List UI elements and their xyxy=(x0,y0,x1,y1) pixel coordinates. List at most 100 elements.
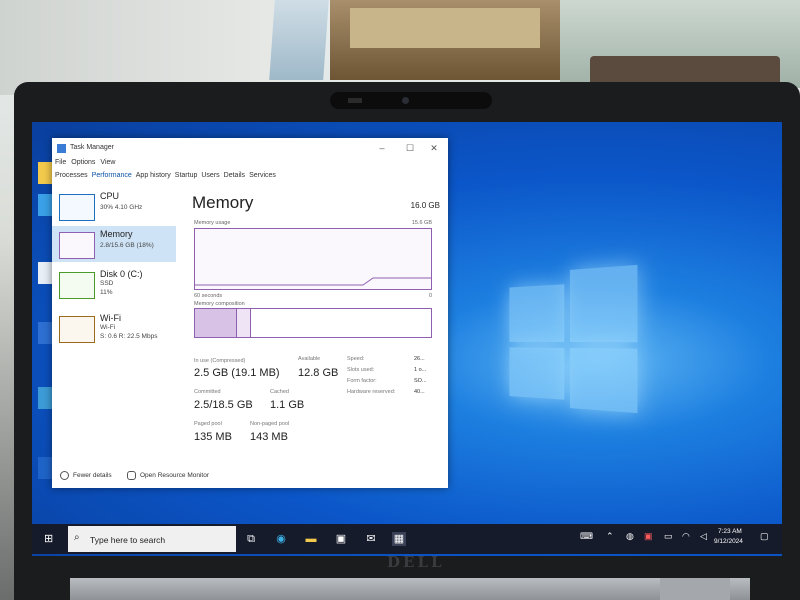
sidebar-item-disk[interactable]: Disk 0 (C:) SSD 11% xyxy=(52,266,176,302)
file-explorer-icon[interactable]: ▬ xyxy=(304,532,318,546)
form-factor-value: SO... xyxy=(414,378,427,384)
window-title: Task Manager xyxy=(70,144,114,151)
resource-monitor-icon xyxy=(127,471,136,480)
footer-bar: Fewer details Open Resource Monitor xyxy=(52,468,448,484)
disk-usage-text: 11% xyxy=(100,289,113,296)
memory-graph-thumbnail xyxy=(59,232,95,259)
non-paged-pool-value: 143 MB xyxy=(250,431,288,443)
hardware-reserved-label: Hardware reserved: xyxy=(347,389,396,395)
cached-value: 1.1 GB xyxy=(270,399,305,411)
background-wall xyxy=(0,0,280,95)
task-manager-icon xyxy=(57,144,66,153)
cpu-graph-thumbnail xyxy=(59,194,95,221)
memory-composition-label: Memory composition xyxy=(194,301,245,307)
tab-users[interactable]: Users xyxy=(201,172,219,184)
search-icon: ⌕ xyxy=(74,532,80,543)
menu-file[interactable]: File xyxy=(55,159,66,169)
sidebar-item-label: CPU xyxy=(100,191,120,201)
clock-time[interactable]: 7:23 AM xyxy=(718,528,742,535)
chevron-up-icon xyxy=(60,471,69,480)
fewer-details-label: Fewer details xyxy=(73,472,112,479)
committed-value: 2.5/18.5 GB xyxy=(194,399,253,411)
memory-usage-label: Memory usage xyxy=(194,220,231,226)
task-manager-window: Task Manager – ☐ ✕ File Options View Pro… xyxy=(52,138,448,488)
speed-label: Speed: xyxy=(347,356,365,362)
security-icon[interactable]: ◍ xyxy=(626,531,634,542)
time-range-label: 60 seconds xyxy=(194,293,223,299)
memory-usage-max: 15.6 GB xyxy=(411,220,432,226)
desktop-screen: Task Manager – ☐ ✕ File Options View Pro… xyxy=(32,122,782,556)
time-end-label: 0 xyxy=(428,293,432,299)
menu-options[interactable]: Options xyxy=(71,159,95,169)
in-use-value: 2.5 GB (19.1 MB) xyxy=(194,367,280,379)
notification-icon[interactable]: ▢ xyxy=(760,531,769,542)
search-input[interactable]: ⌕ Type here to search xyxy=(68,526,236,552)
committed-label: Committed xyxy=(194,389,221,395)
memory-usage-graph xyxy=(194,228,432,290)
background-poster xyxy=(269,0,329,80)
tab-services[interactable]: Services xyxy=(249,172,276,184)
task-manager-taskbar-icon[interactable]: ▦ xyxy=(392,532,406,546)
menu-view[interactable]: View xyxy=(100,159,115,169)
open-resource-monitor-link[interactable]: Open Resource Monitor xyxy=(127,471,209,480)
composition-modified xyxy=(237,309,251,337)
start-button[interactable]: ⊞ xyxy=(44,533,56,545)
memory-usage-line xyxy=(195,277,431,286)
close-icon[interactable]: ✕ xyxy=(426,141,442,155)
mail-icon[interactable]: ✉ xyxy=(364,532,378,546)
sidebar-item-label: Memory xyxy=(100,229,133,239)
sidebar-item-cpu[interactable]: CPU 30% 4.10 GHz xyxy=(52,188,176,224)
page-title: Memory xyxy=(192,193,254,212)
battery-icon[interactable]: ▭ xyxy=(664,531,673,542)
open-resource-monitor-label: Open Resource Monitor xyxy=(140,472,210,479)
chevron-up-icon[interactable]: ⌃ xyxy=(606,531,614,542)
speed-value: 26... xyxy=(414,356,425,362)
title-bar[interactable]: Task Manager – ☐ ✕ xyxy=(52,138,448,158)
sidebar-item-label: Disk 0 (C:) xyxy=(100,269,143,279)
tab-app-history[interactable]: App history xyxy=(136,172,171,184)
taskbar: ⊞ ⌕ Type here to search ⧉ ◉ ▬ ▣ ✉ ▦ ⌨ ⌃ … xyxy=(32,524,782,554)
tab-performance[interactable]: Performance xyxy=(92,172,132,184)
task-view-icon[interactable]: ⧉ xyxy=(244,532,258,546)
available-label: Available xyxy=(298,356,321,362)
clock-date[interactable]: 9/12/2024 xyxy=(714,538,743,545)
maximize-icon[interactable]: ☐ xyxy=(402,141,418,155)
available-value: 12.8 GB xyxy=(298,367,339,379)
tab-bar: Processes Performance App history Startu… xyxy=(55,172,276,184)
wifi-icon[interactable]: ◠ xyxy=(682,531,690,542)
performance-sidebar: CPU 30% 4.10 GHz Memory 2.8/15.6 GB (18%… xyxy=(52,188,176,458)
fewer-details-button[interactable]: Fewer details xyxy=(60,471,112,480)
sidebar-item-memory[interactable]: Memory 2.8/15.6 GB (18%) xyxy=(52,226,176,262)
laptop-base xyxy=(70,578,750,600)
sidebar-item-wifi[interactable]: Wi-Fi Wi-Fi S: 0.6 R: 22.5 Mbps xyxy=(52,310,176,346)
form-factor-label: Form factor: xyxy=(347,378,377,384)
edge-icon[interactable]: ◉ xyxy=(274,532,288,546)
record-icon[interactable]: ▣ xyxy=(644,531,653,542)
background-room xyxy=(560,0,800,88)
wifi-graph-thumbnail xyxy=(59,316,95,343)
keyboard-icon[interactable]: ⌨ xyxy=(580,531,593,542)
wifi-throughput-text: S: 0.6 R: 22.5 Mbps xyxy=(100,333,158,340)
volume-icon[interactable]: ◁ xyxy=(700,531,707,542)
sidebar-item-label: Wi-Fi xyxy=(100,313,121,323)
tab-startup[interactable]: Startup xyxy=(175,172,198,184)
webcam xyxy=(330,92,492,109)
slots-used-label: Slots used: xyxy=(347,367,375,373)
background-shelf xyxy=(330,0,560,80)
menu-bar: File Options View xyxy=(55,159,115,169)
wifi-type-text: Wi-Fi xyxy=(100,324,116,331)
paged-pool-label: Paged pool xyxy=(194,421,222,427)
non-paged-pool-label: Non-paged pool xyxy=(250,421,290,427)
store-icon[interactable]: ▣ xyxy=(334,532,348,546)
cached-label: Cached xyxy=(270,389,289,395)
hardware-reserved-value: 40... xyxy=(414,389,425,395)
tab-details[interactable]: Details xyxy=(224,172,245,184)
windows-logo-wallpaper xyxy=(509,264,638,414)
cpu-usage-text: 30% 4.10 GHz xyxy=(100,204,143,211)
disk-type-text: SSD xyxy=(100,280,114,287)
paged-pool-value: 135 MB xyxy=(194,431,232,443)
memory-usage-text: 2.8/15.6 GB (18%) xyxy=(100,242,154,249)
composition-in-use xyxy=(195,309,237,337)
tab-processes[interactable]: Processes xyxy=(55,172,88,184)
minimize-icon[interactable]: – xyxy=(374,141,390,155)
